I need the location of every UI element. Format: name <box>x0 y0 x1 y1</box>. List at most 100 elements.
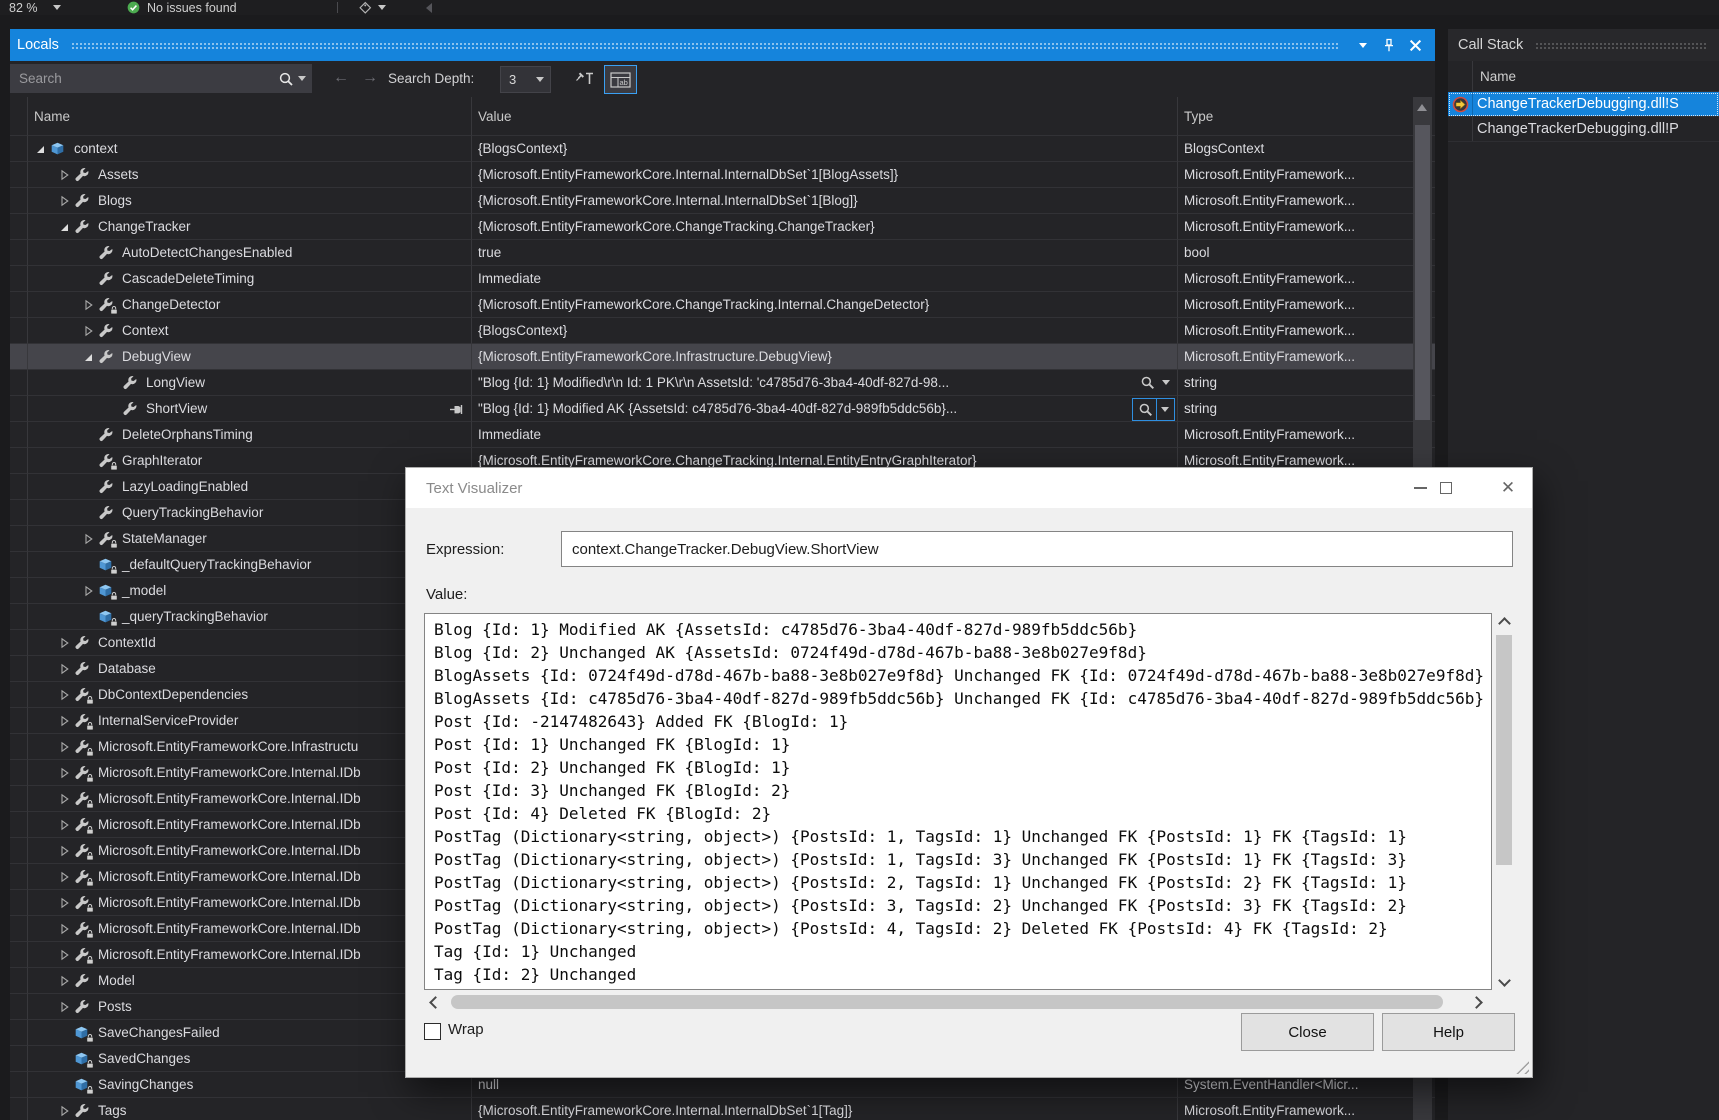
expression-field[interactable]: context.ChangeTracker.DebugView.ShortVie… <box>561 531 1513 567</box>
row-name-cell[interactable]: Assets <box>28 162 472 188</box>
zoom-level-combobox[interactable]: 82 % <box>9 0 38 15</box>
row-name-cell[interactable]: AutoDetectChangesEnabled <box>28 240 472 266</box>
expander-collapsed-icon[interactable] <box>54 687 74 703</box>
expander-collapsed-icon[interactable] <box>78 531 98 547</box>
scroll-up-icon[interactable] <box>1498 617 1511 630</box>
expander-collapsed-icon[interactable] <box>54 661 74 677</box>
scrollbar-thumb[interactable] <box>451 995 1443 1009</box>
value-column-header[interactable]: Value <box>472 97 1178 136</box>
row-name-cell[interactable]: DeleteOrphansTiming <box>28 422 472 448</box>
dialog-titlebar[interactable]: Text Visualizer <box>406 468 1532 508</box>
tree-row[interactable]: ShortView"Blog {Id: 1} Modified AK {Asse… <box>10 396 1435 422</box>
expander-collapsed-icon[interactable] <box>54 791 74 807</box>
tree-row[interactable]: context{BlogsContext}BlogsContext <box>10 136 1435 162</box>
tree-row[interactable]: ChangeTracker{Microsoft.EntityFrameworkC… <box>10 214 1435 240</box>
row-name-cell[interactable]: CascadeDeleteTiming <box>28 266 472 292</box>
tree-row[interactable]: LongView"Blog {Id: 1} Modified\r\n Id: 1… <box>10 370 1435 396</box>
name-column-header[interactable]: Name <box>28 97 472 136</box>
visualizer-text[interactable]: Blog {Id: 1} Modified AK {AssetsId: c478… <box>425 614 1491 986</box>
tree-row[interactable]: CascadeDeleteTimingImmediateMicrosoft.En… <box>10 266 1435 292</box>
scroll-left-icon[interactable] <box>429 996 442 1009</box>
row-name-cell[interactable]: DebugView <box>28 344 472 370</box>
expander-expanded-icon[interactable] <box>54 219 74 235</box>
row-name-cell[interactable]: LongView <box>28 370 472 396</box>
value-textarea[interactable]: Blog {Id: 1} Modified AK {AssetsId: c478… <box>424 613 1492 990</box>
search-box[interactable] <box>10 64 312 93</box>
row-name-cell[interactable]: ChangeTracker <box>28 214 472 240</box>
tree-row[interactable]: Assets{Microsoft.EntityFrameworkCore.Int… <box>10 162 1435 188</box>
close-button[interactable]: Close <box>1241 1013 1374 1051</box>
expander-collapsed-icon[interactable] <box>54 193 74 209</box>
search-next-icon[interactable]: → <box>362 69 378 87</box>
row-value-cell[interactable]: {BlogsContext} <box>472 318 1178 344</box>
row-name-cell[interactable]: Context <box>28 318 472 344</box>
search-prev-icon[interactable]: ← <box>333 69 349 87</box>
minimize-icon[interactable] <box>1406 468 1434 508</box>
expander-expanded-icon[interactable] <box>78 349 98 365</box>
scrollbar-thumb[interactable] <box>1496 635 1512 865</box>
row-value-cell[interactable]: Immediate <box>472 422 1178 448</box>
help-button[interactable]: Help <box>1382 1013 1515 1051</box>
type-column-header[interactable]: Type <box>1178 97 1435 136</box>
visualizer-dropdown-icon[interactable] <box>1156 399 1173 420</box>
callstack-titlebar[interactable]: Call Stack <box>1448 29 1719 61</box>
row-value-cell[interactable]: {Microsoft.EntityFrameworkCore.ChangeTra… <box>472 214 1178 240</box>
row-name-cell[interactable]: ChangeDetector <box>28 292 472 318</box>
tree-row[interactable]: ChangeDetector{Microsoft.EntityFramework… <box>10 292 1435 318</box>
expander-collapsed-icon[interactable] <box>54 869 74 885</box>
expander-collapsed-icon[interactable] <box>54 921 74 937</box>
row-name-cell[interactable]: Blogs <box>28 188 472 214</box>
row-value-cell[interactable]: {BlogsContext} <box>472 136 1178 162</box>
tree-row[interactable]: Tags{Microsoft.EntityFrameworkCore.Inter… <box>10 1098 1435 1120</box>
zoom-level-dropdown-icon[interactable] <box>53 0 61 15</box>
locals-titlebar[interactable]: Locals <box>10 29 1435 61</box>
tag-icon[interactable] <box>358 0 372 15</box>
row-value-cell[interactable]: {Microsoft.EntityFrameworkCore.Infrastru… <box>472 344 1178 370</box>
dialog-close-icon[interactable]: ✕ <box>1494 468 1522 508</box>
expander-collapsed-icon[interactable] <box>54 635 74 651</box>
wrap-checkbox[interactable] <box>424 1023 441 1040</box>
search-depth-combobox[interactable]: 3 <box>500 66 551 93</box>
row-name-cell[interactable]: Tags <box>28 1098 472 1120</box>
search-dropdown-icon[interactable] <box>298 76 306 81</box>
row-value-cell[interactable]: "Blog {Id: 1} Modified\r\n Id: 1 PK\r\n … <box>472 370 1178 396</box>
expander-collapsed-icon[interactable] <box>54 895 74 911</box>
tag-dropdown-icon[interactable] <box>378 0 386 15</box>
close-icon[interactable] <box>1403 33 1427 57</box>
row-value-cell[interactable]: true <box>472 240 1178 266</box>
text-visualizer-launcher[interactable] <box>1135 372 1175 393</box>
expander-collapsed-icon[interactable] <box>78 323 98 339</box>
expander-collapsed-icon[interactable] <box>54 817 74 833</box>
expander-collapsed-icon[interactable] <box>54 739 74 755</box>
row-value-cell[interactable]: {Microsoft.EntityFrameworkCore.Internal.… <box>472 1098 1178 1120</box>
pinned-value-icon[interactable] <box>449 403 465 418</box>
show-raw-structure-icon[interactable]: ab <box>604 65 637 94</box>
dialog-vertical-scrollbar[interactable] <box>1494 613 1514 990</box>
expander-collapsed-icon[interactable] <box>54 765 74 781</box>
magnifier-icon[interactable] <box>1134 399 1156 420</box>
callstack-name-header[interactable]: Name <box>1473 61 1719 92</box>
resize-grip[interactable] <box>1511 1056 1529 1074</box>
expander-collapsed-icon[interactable] <box>54 973 74 989</box>
expander-collapsed-icon[interactable] <box>54 167 74 183</box>
search-icon[interactable] <box>278 71 294 87</box>
pin-datatips-icon[interactable] <box>571 65 599 92</box>
tree-row[interactable]: Context{BlogsContext}Microsoft.EntityFra… <box>10 318 1435 344</box>
magnifier-icon[interactable] <box>1136 372 1158 393</box>
expander-collapsed-icon[interactable] <box>54 999 74 1015</box>
expander-collapsed-icon[interactable] <box>54 1103 74 1119</box>
window-menu-chevron-icon[interactable] <box>1351 33 1375 57</box>
tree-row[interactable]: Blogs{Microsoft.EntityFrameworkCore.Inte… <box>10 188 1435 214</box>
dialog-horizontal-scrollbar[interactable] <box>424 993 1492 1011</box>
expander-collapsed-icon[interactable] <box>78 297 98 313</box>
expander-collapsed-icon[interactable] <box>78 583 98 599</box>
scrollbar-thumb[interactable] <box>1415 125 1430 420</box>
callstack-frame[interactable]: ChangeTrackerDebugging.dll!S <box>1448 92 1719 117</box>
callstack-frame[interactable]: ChangeTrackerDebugging.dll!P <box>1448 117 1719 142</box>
collapse-left-icon[interactable] <box>426 0 432 15</box>
row-name-cell[interactable]: ShortView <box>28 396 472 422</box>
visualizer-dropdown-icon[interactable] <box>1158 372 1174 393</box>
scroll-right-icon[interactable] <box>1470 996 1483 1009</box>
row-name-cell[interactable]: context <box>28 136 472 162</box>
scroll-up-icon[interactable] <box>1417 104 1427 111</box>
